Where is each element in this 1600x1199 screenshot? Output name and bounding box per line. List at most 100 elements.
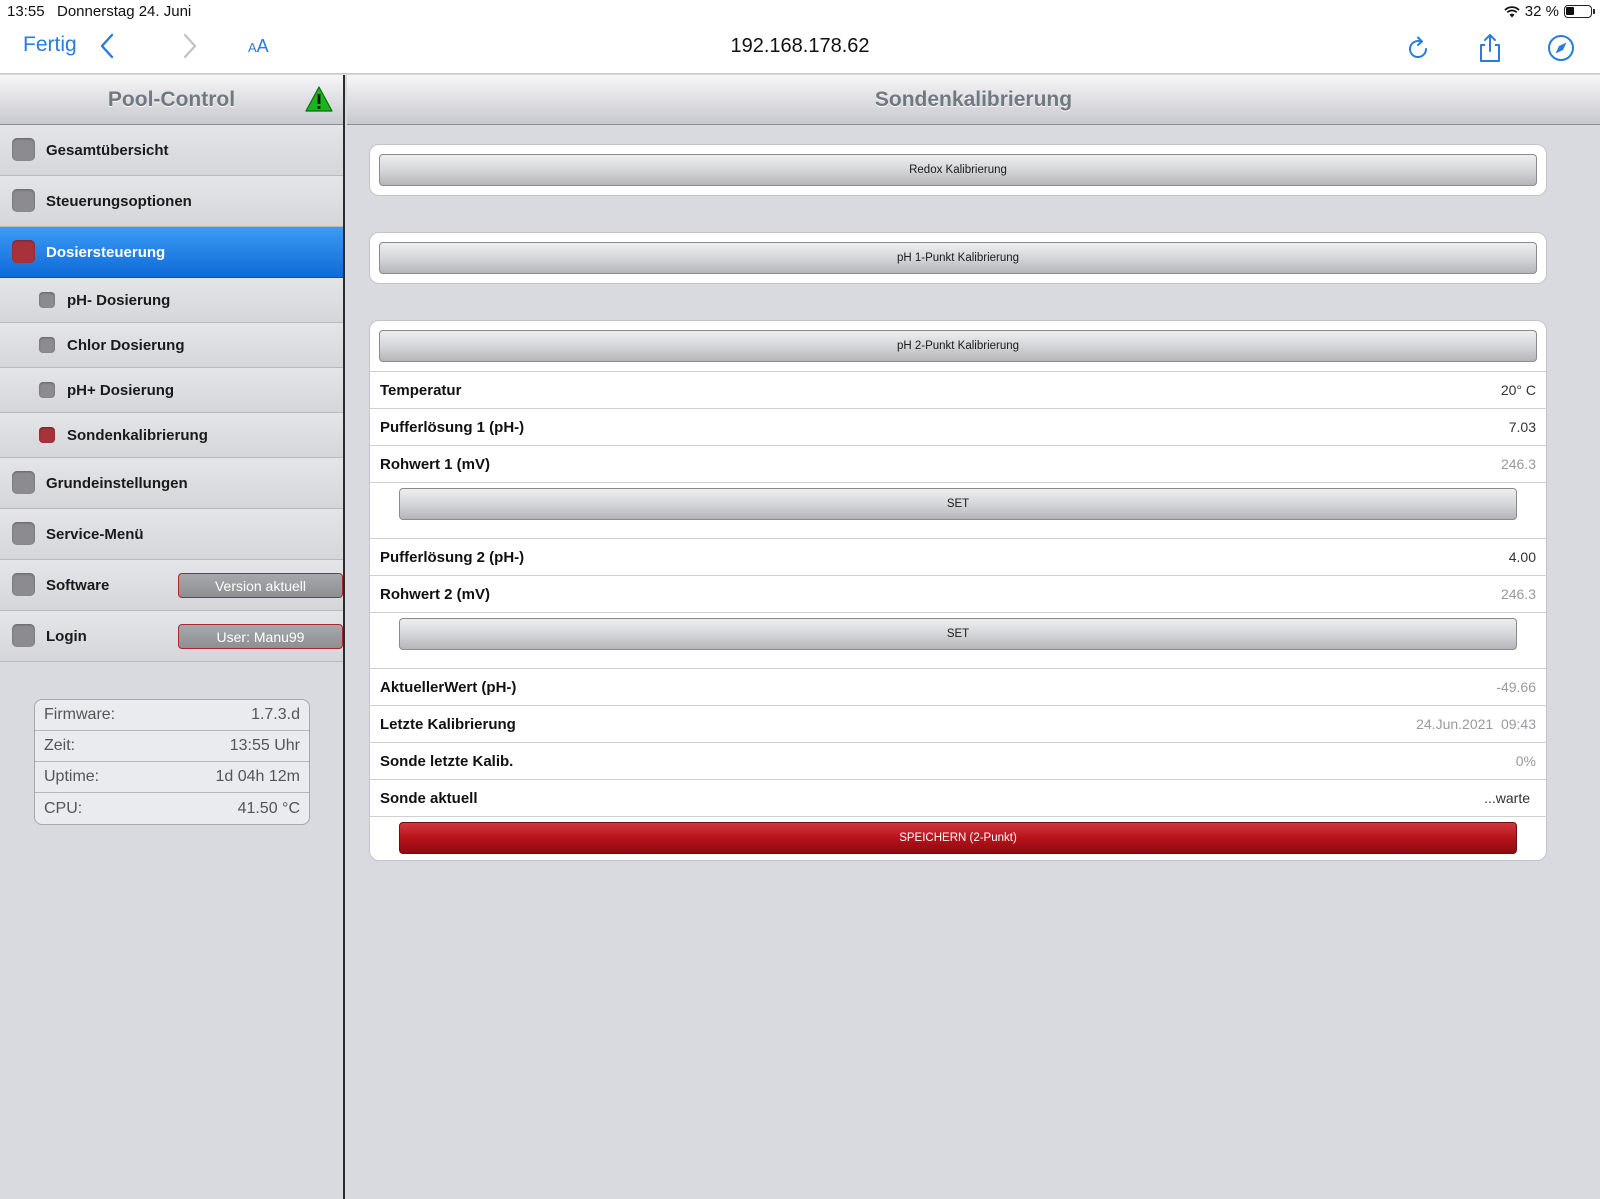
system-info-box: Firmware: 1.7.3.d Zeit: 13:55 Uhr Uptime… (34, 699, 310, 825)
status-led (12, 573, 35, 596)
sidebar-item-label: Sondenkalibrierung (67, 426, 208, 444)
sidebar-header: Pool-Control (0, 75, 343, 125)
status-led (39, 292, 55, 308)
sidebar-item-label: Software (46, 576, 110, 594)
sidebar-item-label: pH- Dosierung (67, 291, 171, 309)
reader-text-size-button[interactable]: AA (248, 36, 269, 57)
status-bar: 13:55 Donnerstag 24. Juni 32 % (0, 0, 1600, 24)
user-badge[interactable]: User: Manu99 (178, 624, 343, 649)
sidebar-item-sondenkalibrierung[interactable]: Sondenkalibrierung (0, 413, 343, 458)
compass-icon[interactable] (1545, 32, 1577, 64)
row-sonde-aktuell: Sonde aktuell ...warte (370, 779, 1546, 816)
row-pufferloesung-2: Pufferlösung 2 (pH-) 4.00 (370, 538, 1546, 575)
sidebar-item-label: Chlor Dosierung (67, 336, 185, 354)
status-led (12, 189, 35, 212)
browser-toolbar: Fertig AA 192.168.178.62 (0, 24, 1600, 74)
status-led (12, 471, 35, 494)
row-label: Temperatur (380, 381, 462, 399)
row-label: Letzte Kalibrierung (380, 715, 516, 733)
row-aktueller-wert: AktuellerWert (pH-) -49.66 (370, 668, 1546, 705)
info-value: 41.50 °C (237, 799, 300, 817)
sidebar-item-label: Gesamtübersicht (46, 141, 169, 159)
set-button-2[interactable]: SET (399, 618, 1517, 650)
aa-small: A (248, 40, 257, 55)
row-value: 246.3 (1500, 586, 1536, 602)
url-field[interactable]: 192.168.178.62 (0, 35, 1600, 58)
ph-2-point-calibration-button[interactable]: pH 2-Punkt Kalibrierung (379, 330, 1537, 362)
reload-icon[interactable] (1402, 32, 1434, 64)
sidebar-item-chlor-dosierung[interactable]: Chlor Dosierung (0, 323, 343, 368)
sidebar-item-label: Grundeinstellungen (46, 474, 188, 492)
set-row-1: SET (370, 482, 1546, 538)
row-label: Rohwert 1 (mV) (380, 455, 491, 473)
status-led (12, 240, 35, 263)
warning-icon[interactable] (305, 86, 333, 112)
sidebar-title: Pool-Control (107, 87, 236, 111)
info-key: CPU: (44, 799, 83, 817)
forward-icon[interactable] (182, 32, 198, 67)
ph1-card: pH 1-Punkt Kalibrierung (369, 232, 1547, 284)
share-icon[interactable] (1474, 32, 1506, 64)
row-rohwert-1: Rohwert 1 (mV) 246.3 (370, 445, 1546, 482)
row-value[interactable]: 20° C (1501, 382, 1536, 398)
main-panel: Sondenkalibrierung Redox Kalibrierung pH… (347, 75, 1600, 1199)
sidebar-item-ph-plus-dosierung[interactable]: pH+ Dosierung (0, 368, 343, 413)
info-value: 1.7.3.d (251, 706, 300, 723)
info-value: 1d 04h 12m (215, 768, 300, 785)
status-right: 32 % (1504, 3, 1595, 20)
sidebar-item-label: Steuerungsoptionen (46, 192, 192, 210)
row-label: Sonde aktuell (380, 789, 478, 807)
row-label: Rohwert 2 (mV) (380, 585, 491, 603)
main-header: Sondenkalibrierung (347, 75, 1600, 125)
row-label: Pufferlösung 2 (pH-) (380, 548, 525, 566)
row-label: AktuellerWert (pH-) (380, 678, 517, 696)
sidebar-item-login[interactable]: Login User: Manu99 (0, 611, 343, 662)
version-badge[interactable]: Version aktuell (178, 573, 343, 598)
ph-1-point-calibration-button[interactable]: pH 1-Punkt Kalibrierung (379, 242, 1537, 274)
sidebar-item-service-menue[interactable]: Service-Menü (0, 509, 343, 560)
sidebar-item-dosiersteuerung[interactable]: Dosiersteuerung (0, 227, 343, 278)
info-key: Zeit: (44, 737, 76, 754)
sidebar-item-ph-minus-dosierung[interactable]: pH- Dosierung (0, 278, 343, 323)
back-icon[interactable] (99, 32, 115, 67)
row-value[interactable]: 7.03 (1509, 419, 1536, 435)
info-row-firmware: Firmware: 1.7.3.d (35, 700, 309, 731)
info-row-zeit: Zeit: 13:55 Uhr (35, 731, 309, 762)
sidebar-item-label: Login (46, 627, 87, 645)
sidebar-item-software[interactable]: Software Version aktuell (0, 560, 343, 611)
sidebar-item-label: pH+ Dosierung (67, 381, 175, 399)
info-row-uptime: Uptime: 1d 04h 12m (35, 762, 309, 793)
row-sonde-letzte-kalib: Sonde letzte Kalib. 0% (370, 742, 1546, 779)
status-date: Donnerstag 24. Juni (57, 3, 192, 20)
save-row: SPEICHERN (2-Punkt) (370, 816, 1546, 860)
row-value: ...warte (1484, 790, 1530, 806)
row-value: 0% (1515, 753, 1536, 769)
row-letzte-kalibrierung: Letzte Kalibrierung 24.Jun.2021 09:43 (370, 705, 1546, 742)
info-key: Uptime: (44, 768, 100, 785)
row-temperatur: Temperatur 20° C (370, 371, 1546, 408)
wifi-icon (1504, 5, 1520, 17)
battery-percent: 32 % (1524, 3, 1559, 20)
row-value: -49.66 (1496, 679, 1536, 695)
status-led (39, 427, 55, 443)
status-time: 13:55 (7, 3, 45, 20)
redox-card: Redox Kalibrierung (369, 144, 1547, 196)
set-button-1[interactable]: SET (399, 488, 1517, 520)
sidebar-item-steuerungsoptionen[interactable]: Steuerungsoptionen (0, 176, 343, 227)
row-label: Sonde letzte Kalib. (380, 752, 514, 770)
ph2-calibration-card: pH 2-Punkt Kalibrierung Temperatur 20° C… (369, 320, 1547, 861)
done-button[interactable]: Fertig (23, 33, 77, 57)
info-key: Firmware: (44, 706, 116, 723)
info-row-cpu: CPU: 41.50 °C (35, 793, 309, 824)
sidebar-item-grundeinstellungen[interactable]: Grundeinstellungen (0, 458, 343, 509)
row-pufferloesung-1: Pufferlösung 1 (pH-) 7.03 (370, 408, 1546, 445)
save-2-point-button[interactable]: SPEICHERN (2-Punkt) (399, 822, 1517, 854)
info-value: 13:55 Uhr (229, 737, 300, 754)
redox-calibration-button[interactable]: Redox Kalibrierung (379, 154, 1537, 186)
status-led (12, 138, 35, 161)
row-value[interactable]: 4.00 (1509, 549, 1536, 565)
sidebar-item-label: Service-Menü (46, 525, 144, 543)
sidebar: Pool-Control Gesamtübersicht Steuerungso… (0, 75, 345, 1199)
sidebar-item-gesamtuebersicht[interactable]: Gesamtübersicht (0, 125, 343, 176)
aa-big: A (256, 36, 269, 56)
